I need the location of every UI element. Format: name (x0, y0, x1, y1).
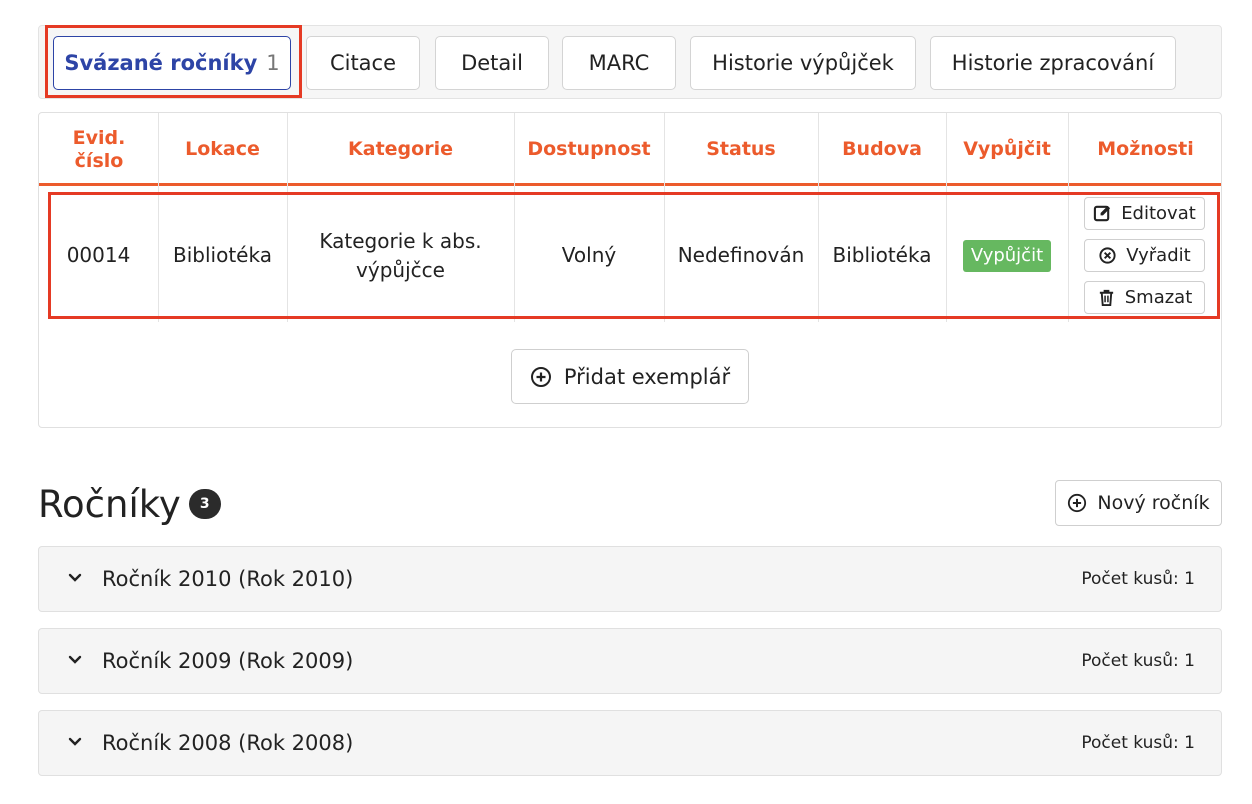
volumes-heading: Ročníky 3 (38, 480, 221, 528)
column-header: Možnosti (1097, 138, 1194, 160)
cell-evid: 00014 (66, 243, 131, 267)
tab-label: Citace (329, 51, 397, 75)
tab-label: Svázané ročníky (64, 51, 258, 75)
tab-processing-history[interactable]: Historie zpracování (930, 36, 1176, 90)
items-table: Evid. číslo Lokace Kategorie Dostupnost … (38, 112, 1222, 428)
edit-label: Editovat (1121, 203, 1196, 224)
column-header: Status (706, 138, 776, 160)
tab-label: Historie zpracování (951, 51, 1155, 75)
delete-label: Smazat (1124, 287, 1193, 308)
discard-label: Vyřadit (1126, 245, 1191, 266)
column-header: Budova (842, 138, 922, 160)
discard-button[interactable]: Vyřadit (1084, 239, 1205, 272)
volume-title: Ročník 2009 (Rok 2009) (102, 649, 354, 673)
cell-dostupnost: Volný (561, 243, 617, 267)
trash-icon (1099, 289, 1113, 307)
new-volume-label: Nový ročník (1097, 492, 1210, 514)
volume-accordion-item[interactable]: Ročník 2010 (Rok 2010) Počet kusů: 1 (38, 546, 1222, 612)
tab-label: Historie výpůjček (712, 51, 894, 75)
volume-count: Počet kusů: 1 (1081, 569, 1195, 589)
page-title: Ročníky (38, 482, 181, 526)
tab-label: MARC (588, 51, 650, 75)
volume-count: Počet kusů: 1 (1081, 651, 1195, 671)
cell-lokace: Bibliotéka (173, 243, 272, 267)
chevron-down-icon (68, 655, 82, 664)
tab-label: Detail (461, 51, 523, 75)
volume-accordion-item[interactable]: Ročník 2009 (Rok 2009) Počet kusů: 1 (38, 628, 1222, 694)
delete-button[interactable]: Smazat (1084, 281, 1205, 314)
plus-circle-icon (1068, 493, 1087, 513)
chevron-down-icon (68, 573, 82, 582)
tab-bound-volumes[interactable]: Svázané ročníky 1 (53, 36, 291, 90)
cell-kategorie: Kategorie k abs. výpůjčce (319, 228, 482, 282)
edit-button[interactable]: Editovat (1084, 197, 1205, 230)
volume-count: Počet kusů: 1 (1081, 733, 1195, 753)
tab-detail[interactable]: Detail (435, 36, 549, 90)
edit-icon (1094, 205, 1111, 222)
add-item-label: Přidat exemplář (563, 364, 731, 389)
volume-title: Ročník 2010 (Rok 2010) (102, 567, 354, 591)
column-header: Dostupnost (527, 138, 651, 160)
cell-budova: Bibliotéka (832, 243, 932, 267)
tab-citation[interactable]: Citace (306, 36, 420, 90)
table-row: 00014 Bibliotéka Kategorie k abs. výpůjč… (39, 189, 1221, 322)
volumes-count-badge: 3 (188, 489, 221, 519)
tab-count: 1 (266, 51, 280, 75)
column-header: Vypůjčit (963, 138, 1051, 160)
circle-x-icon (1099, 247, 1116, 264)
add-item-button[interactable]: Přidat exemplář (511, 349, 749, 404)
volume-title: Ročník 2008 (Rok 2008) (102, 731, 354, 755)
volume-accordion-item[interactable]: Ročník 2008 (Rok 2008) Počet kusů: 1 (38, 710, 1222, 776)
tabs-bar: Svázané ročníky 1 Citace Detail MARC His… (38, 25, 1222, 99)
cell-status: Nedefinován (677, 243, 805, 267)
new-volume-button[interactable]: Nový ročník (1055, 480, 1222, 526)
tab-marc[interactable]: MARC (562, 36, 676, 90)
plus-circle-icon (530, 366, 551, 387)
cell-vypujcit: Vypůjčit (946, 189, 1068, 322)
column-header: Evid. číslo (72, 126, 126, 172)
column-header: Lokace (185, 138, 260, 160)
column-header: Kategorie (348, 138, 453, 160)
tab-loan-history[interactable]: Historie výpůjček (690, 36, 916, 90)
table-header: Evid. číslo Lokace Kategorie Dostupnost … (39, 113, 1221, 186)
chevron-down-icon (68, 737, 82, 746)
borrow-button[interactable]: Vypůjčit (962, 239, 1052, 272)
